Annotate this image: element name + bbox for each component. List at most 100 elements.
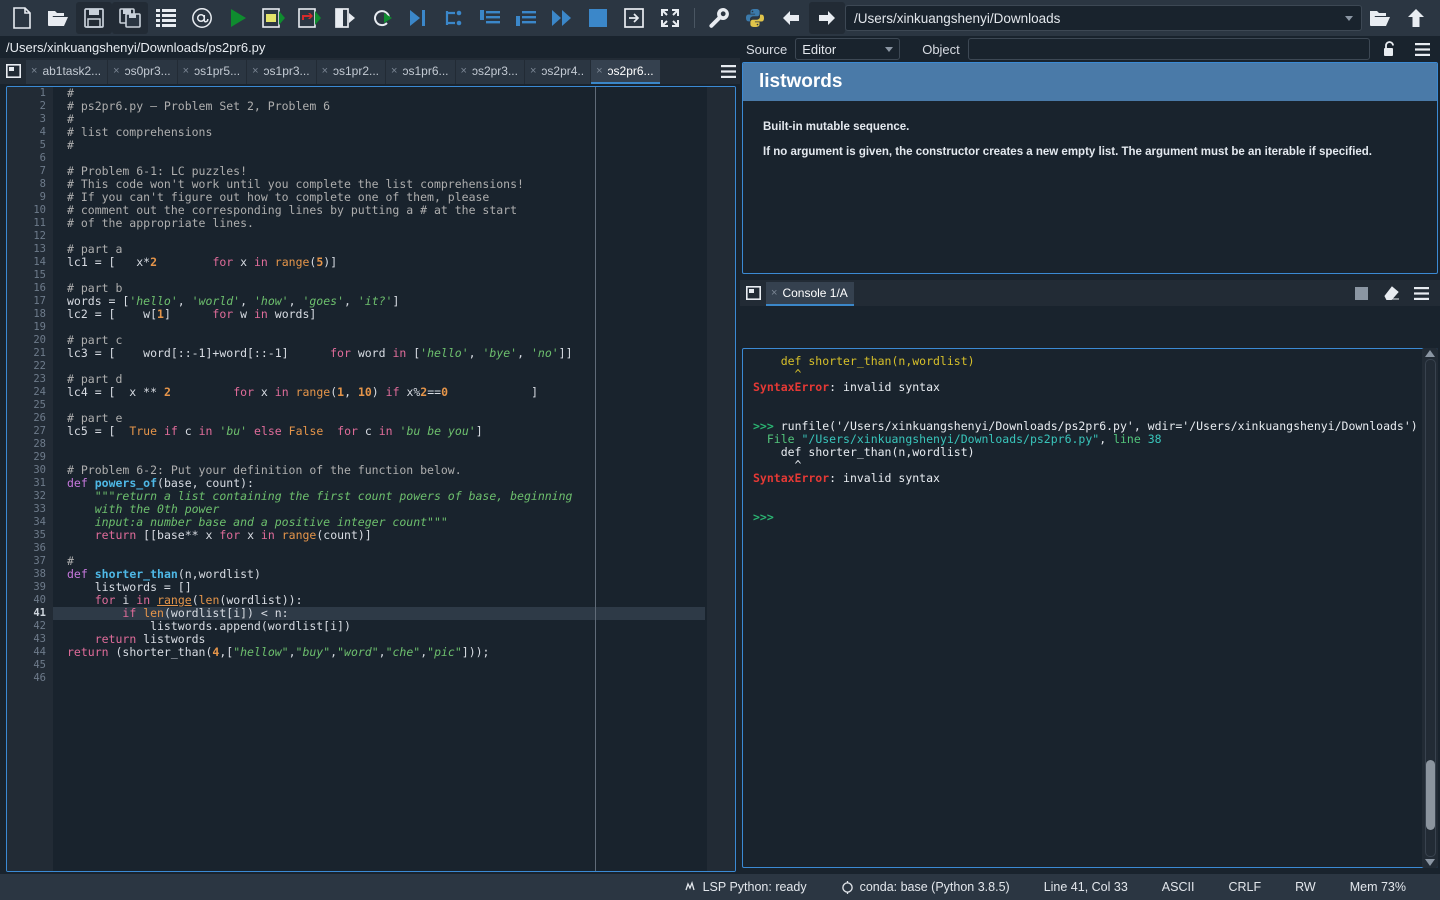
stop-icon[interactable] bbox=[1348, 280, 1374, 306]
console-output[interactable]: def shorter_than(n,wordlist) ^ SyntaxErro… bbox=[742, 348, 1438, 868]
code-line[interactable]: lc4 = [ x ** 2 for x in range(1, 10) if … bbox=[67, 386, 705, 399]
scroll-up-arrow-icon[interactable] bbox=[1425, 350, 1435, 357]
editor-tab[interactable]: × ɔs2pr6... bbox=[591, 60, 660, 84]
back-arrow-icon[interactable] bbox=[773, 2, 809, 34]
save-file-icon[interactable] bbox=[76, 2, 112, 34]
step-over-icon[interactable] bbox=[436, 2, 472, 34]
source-label: Source bbox=[746, 41, 788, 57]
code-line[interactable]: lc3 = [ word[::‑1]+word[::‑1] for word i… bbox=[67, 347, 705, 360]
source-select-value: Editor bbox=[802, 41, 837, 57]
object-input[interactable] bbox=[967, 38, 1370, 60]
run-selection-icon[interactable] bbox=[328, 2, 364, 34]
close-icon[interactable]: × bbox=[391, 65, 397, 77]
code-line[interactable]: return (shorter_than(4,["hellow","buy","… bbox=[67, 646, 705, 659]
code-line[interactable] bbox=[67, 230, 705, 243]
code-line[interactable]: # ps2pr6.py — Problem Set 2, Problem 6 bbox=[67, 100, 705, 113]
code-line[interactable] bbox=[67, 321, 705, 334]
console-vertical-scrollbar[interactable] bbox=[1422, 348, 1438, 868]
close-icon[interactable]: × bbox=[322, 65, 328, 77]
line-number: 24 bbox=[33, 386, 46, 398]
browse-folder-icon[interactable] bbox=[1362, 2, 1398, 34]
editor-tab[interactable]: × ɔs1pr3... bbox=[247, 60, 316, 84]
editor-tab-label: ɔs1pr5... bbox=[194, 64, 241, 78]
code-line[interactable] bbox=[67, 672, 705, 685]
code-line[interactable] bbox=[67, 360, 705, 373]
code-editor[interactable]: 1 2 3 4 5 6 7 8 9 10 11 12 13 14 15 16 17 18 19 20 21 22 23 24 2… bbox=[6, 86, 736, 872]
continue-icon[interactable] bbox=[544, 2, 580, 34]
new-file-icon[interactable] bbox=[4, 2, 40, 34]
console-tab[interactable]: × Console 1/A bbox=[766, 282, 854, 306]
close-icon[interactable]: × bbox=[596, 65, 602, 77]
close-icon[interactable]: × bbox=[771, 287, 777, 299]
line-number: 38 bbox=[33, 568, 46, 580]
working-directory-input[interactable]: /Users/xinkuangshenyi/Downloads bbox=[845, 5, 1362, 31]
code-line[interactable] bbox=[67, 438, 705, 451]
file-switcher-icon[interactable] bbox=[148, 2, 184, 34]
forward-arrow-icon[interactable] bbox=[809, 2, 845, 34]
code-line[interactable] bbox=[67, 659, 705, 672]
editor-tab[interactable]: × ab1task2... bbox=[26, 60, 108, 84]
code-line[interactable] bbox=[67, 399, 705, 412]
source-select[interactable]: Editor bbox=[795, 38, 901, 60]
console-browse-tabs-icon[interactable] bbox=[740, 280, 766, 306]
code-line[interactable] bbox=[67, 542, 705, 555]
code-line[interactable]: # bbox=[67, 139, 705, 152]
browse-tabs-icon[interactable] bbox=[0, 58, 26, 84]
step-return-icon[interactable] bbox=[508, 2, 544, 34]
code-line[interactable]: # of the appropriate lines. bbox=[67, 217, 705, 230]
eraser-icon[interactable] bbox=[1378, 280, 1404, 306]
python-logo-icon[interactable] bbox=[737, 2, 773, 34]
preferences-icon[interactable] bbox=[701, 2, 737, 34]
find-symbols-icon[interactable] bbox=[184, 2, 220, 34]
scroll-down-arrow-icon[interactable] bbox=[1425, 859, 1435, 866]
parent-directory-icon[interactable] bbox=[1398, 2, 1434, 34]
editor-tab[interactable]: × ɔs2pr4.. bbox=[524, 60, 591, 84]
code-line[interactable]: # list comprehensions bbox=[67, 126, 705, 139]
line-number: 2 bbox=[39, 100, 46, 112]
editor-tab-label: ɔs2pr4.. bbox=[541, 64, 585, 78]
help-paragraph: Built-in mutable sequence. bbox=[763, 121, 910, 133]
re-run-icon[interactable] bbox=[364, 2, 400, 34]
editor-tab[interactable]: × ɔs1pr2... bbox=[316, 60, 386, 84]
console-options-menu-icon[interactable] bbox=[1408, 280, 1434, 306]
unlock-icon[interactable] bbox=[1378, 38, 1402, 60]
run-file-icon[interactable] bbox=[220, 2, 256, 34]
step-into-icon[interactable] bbox=[472, 2, 508, 34]
line-number: 20 bbox=[33, 334, 46, 346]
editor-tab[interactable]: × ɔs0pr3... bbox=[108, 60, 177, 84]
debug-file-icon[interactable] bbox=[400, 2, 436, 34]
code-line[interactable]: lc1 = [ x*2 for x in range(5)] bbox=[67, 256, 705, 269]
code-line[interactable] bbox=[67, 269, 705, 282]
close-icon[interactable]: × bbox=[530, 65, 536, 77]
line-number: 34 bbox=[33, 516, 46, 528]
chevron-down-icon[interactable] bbox=[1345, 15, 1353, 21]
help-options-menu-icon[interactable] bbox=[1410, 38, 1434, 60]
code-line[interactable]: lc5 = [ True if c in 'bu' else False for… bbox=[67, 425, 705, 438]
code-line[interactable]: lc2 = [ w[1] for w in words] bbox=[67, 308, 705, 321]
status-item-label: RW bbox=[1295, 880, 1316, 894]
close-icon[interactable]: × bbox=[252, 65, 258, 77]
save-all-icon[interactable] bbox=[112, 2, 148, 34]
run-cell-icon[interactable] bbox=[256, 2, 292, 34]
editor-options-menu-icon[interactable] bbox=[716, 58, 740, 84]
close-icon[interactable]: × bbox=[113, 65, 119, 77]
scrollbar-thumb[interactable] bbox=[1425, 760, 1435, 830]
close-icon[interactable]: × bbox=[461, 65, 467, 77]
open-file-icon[interactable] bbox=[40, 2, 76, 34]
code-text[interactable]: # # ps2pr6.py — Problem Set 2, Problem 6 #… bbox=[53, 87, 705, 871]
scrollbar-track[interactable] bbox=[1424, 359, 1436, 857]
code-line[interactable]: return [[base** x for x in range(count)] bbox=[67, 529, 705, 542]
working-directory-value: /Users/xinkuangshenyi/Downloads bbox=[854, 10, 1061, 26]
editor-tab[interactable]: × ɔs2pr3... bbox=[455, 60, 524, 84]
editor-vertical-scrollbar[interactable] bbox=[707, 87, 735, 871]
close-icon[interactable]: × bbox=[31, 65, 37, 77]
chevron-down-icon[interactable] bbox=[885, 46, 894, 52]
fullscreen-icon[interactable] bbox=[652, 2, 688, 34]
run-cell-advance-icon[interactable] bbox=[292, 2, 328, 34]
editor-tab[interactable]: × ɔs1pr5... bbox=[177, 60, 247, 84]
editor-tab[interactable]: × ɔs1pr6... bbox=[386, 60, 455, 84]
maximize-pane-icon[interactable] bbox=[616, 2, 652, 34]
close-icon[interactable]: × bbox=[183, 65, 189, 77]
stop-debug-icon[interactable] bbox=[580, 2, 616, 34]
